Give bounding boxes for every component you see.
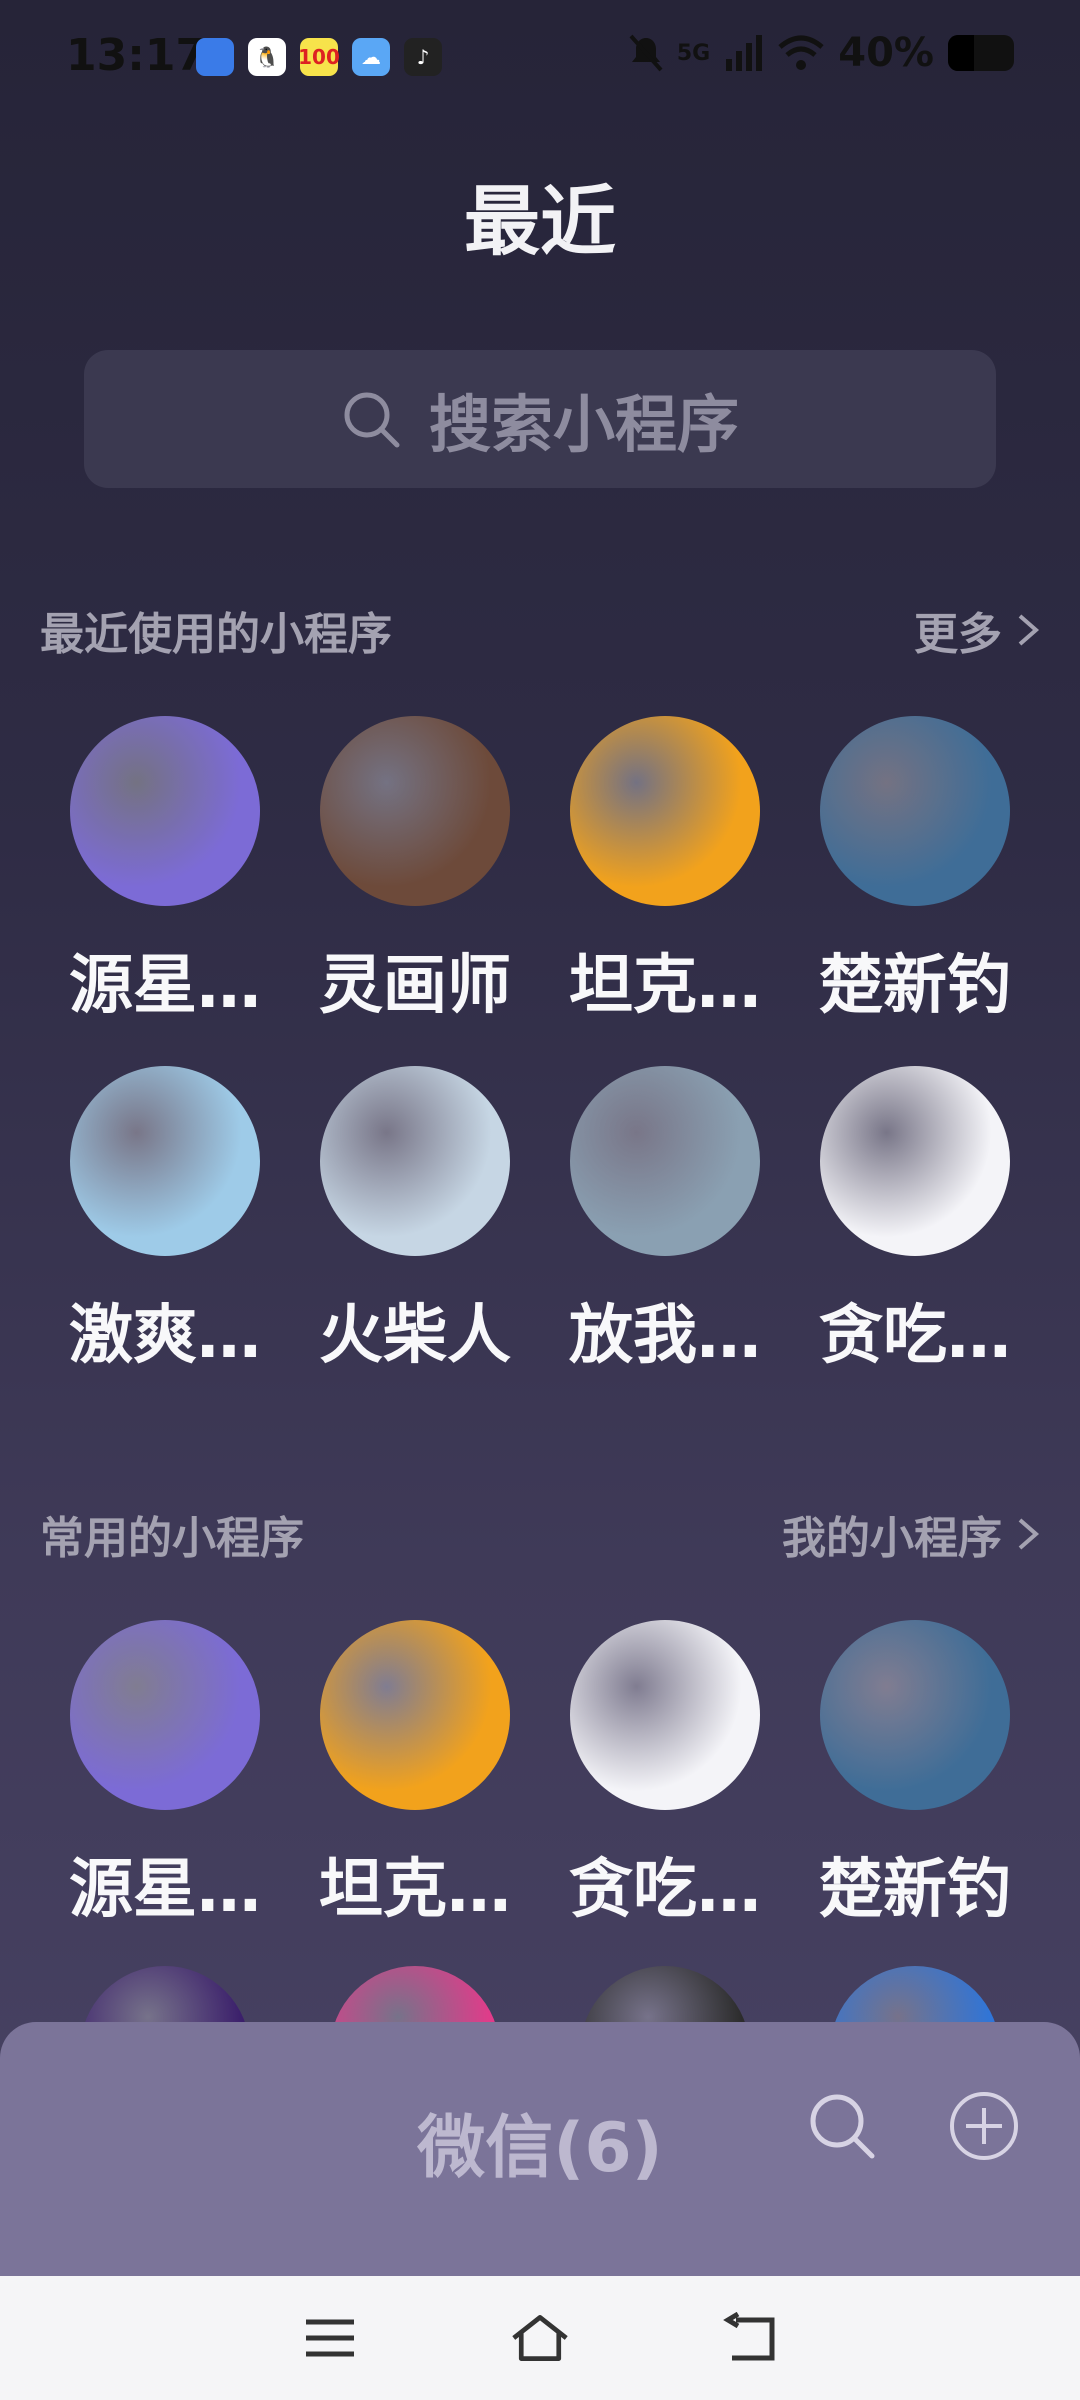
tank-robot-avatar xyxy=(320,1620,510,1810)
more-label: 更多 xyxy=(914,609,1002,660)
frequent-section-title: 常用的小程序 xyxy=(40,1513,304,1564)
sports-car-avatar xyxy=(70,1066,260,1256)
menu-button[interactable] xyxy=(300,2308,360,2368)
mini-program-name: 坦克… xyxy=(569,949,761,1023)
mini-program-name: 楚新钓 xyxy=(819,949,1011,1023)
mini-program-name: 贪吃… xyxy=(819,1299,1011,1373)
mini-program-item[interactable]: 楚新钓 xyxy=(790,1604,1040,1954)
mini-program-name: 坦克… xyxy=(319,1853,511,1927)
wechat-bottom-panel[interactable]: 微信(6) xyxy=(0,2022,1080,2276)
anime-girl-2nd-anniv-avatar xyxy=(320,716,510,906)
mini-program-item[interactable]: 源星… xyxy=(40,1604,290,1954)
mini-program-item[interactable]: 坦克… xyxy=(290,1604,540,1954)
fisherman-avatar xyxy=(820,1620,1010,1810)
mini-program-name: 放我… xyxy=(569,1299,761,1373)
menu-icon xyxy=(306,2319,354,2357)
home-button[interactable] xyxy=(510,2308,570,2368)
red-worm-avatar xyxy=(820,1066,1010,1256)
back-icon xyxy=(723,2312,775,2361)
mini-program-name: 楚新钓 xyxy=(819,1853,1011,1927)
recent-section-title: 最近使用的小程序 xyxy=(40,609,392,660)
page-title: 最近 xyxy=(464,177,616,266)
mini-program-item[interactable]: 激爽… xyxy=(40,1050,290,1400)
more-link[interactable]: 更多 xyxy=(914,598,1040,662)
chevron-right-icon xyxy=(1018,1518,1040,1550)
mini-program-item[interactable]: 坦克… xyxy=(540,700,790,1050)
score-app-icon: 100 xyxy=(298,38,340,76)
anime-girl-avatar xyxy=(70,716,260,906)
network-type: 5G xyxy=(676,40,711,66)
mini-program-item[interactable]: 放我… xyxy=(540,1050,790,1400)
back-button[interactable] xyxy=(720,2308,780,2368)
christmas-boy-avatar xyxy=(570,1066,760,1256)
recent-section-header: 最近使用的小程序 更多 xyxy=(40,600,1040,660)
wifi-icon xyxy=(778,35,824,70)
frequent-section-header: 常用的小程序 我的小程序 xyxy=(40,1504,1040,1564)
mini-program-name: 贪吃… xyxy=(569,1853,761,1927)
status-time: 13:17 xyxy=(66,30,207,81)
status-notification-icons: 🐧 100 ☁ ♪ xyxy=(196,38,442,76)
system-nav-bar xyxy=(0,2276,1080,2400)
mini-program-item[interactable]: 楚新钓 xyxy=(790,700,1040,1050)
frequent-apps-grid: 源星… 坦克… 贪吃… 楚新钓 xyxy=(40,1604,1040,1954)
mini-program-name: 灵画师 xyxy=(319,949,511,1023)
fisherman-avatar xyxy=(820,716,1010,906)
anime-girl-avatar xyxy=(70,1620,260,1810)
mini-program-item[interactable]: 火柴人 xyxy=(290,1050,540,1400)
search-icon[interactable] xyxy=(806,2090,878,2162)
tiktok-icon: ♪ xyxy=(404,38,442,76)
mini-program-name: 激爽… xyxy=(69,1299,261,1373)
mini-program-item[interactable]: 灵画师 xyxy=(290,700,540,1050)
chevron-right-icon xyxy=(1018,614,1040,646)
mini-program-name: 源星… xyxy=(69,1853,261,1927)
search-icon xyxy=(344,392,400,448)
add-circle-icon[interactable] xyxy=(948,2090,1020,2162)
mini-program-item[interactable]: 贪吃… xyxy=(540,1604,790,1954)
signal-icon xyxy=(726,35,763,71)
status-indicators: 5G 40% xyxy=(629,30,1014,76)
battery-icon xyxy=(948,35,1014,71)
home-icon xyxy=(512,2315,568,2361)
weather-icon: ☁ xyxy=(352,38,390,76)
battery-percent: 40% xyxy=(838,30,934,76)
mini-program-item[interactable]: 源星… xyxy=(40,700,290,1050)
mute-bell-icon xyxy=(629,34,663,72)
mini-program-name: 火柴人 xyxy=(319,1299,511,1373)
stickman-wall-avatar xyxy=(320,1066,510,1256)
my-mini-programs-label: 我的小程序 xyxy=(782,1513,1002,1564)
qq-icon: 🐧 xyxy=(248,38,286,76)
my-mini-programs-link[interactable]: 我的小程序 xyxy=(782,1502,1040,1566)
red-worm-avatar xyxy=(570,1620,760,1810)
tank-robot-avatar xyxy=(570,716,760,906)
mini-program-name: 源星… xyxy=(69,949,261,1023)
mini-program-item[interactable]: 贪吃… xyxy=(790,1050,1040,1400)
search-placeholder: 搜索小程序 xyxy=(428,388,739,461)
search-input[interactable]: 搜索小程序 xyxy=(84,350,996,488)
status-bar: 13:17 🐧 100 ☁ ♪ 5G 40% xyxy=(0,0,1080,120)
recent-apps-grid: 源星… 灵画师 坦克… 楚新钓激爽… 火柴人 放我… 贪吃… xyxy=(40,700,1040,1400)
notification-app-icon xyxy=(196,38,234,76)
wechat-title: 微信(6) xyxy=(417,2109,663,2188)
